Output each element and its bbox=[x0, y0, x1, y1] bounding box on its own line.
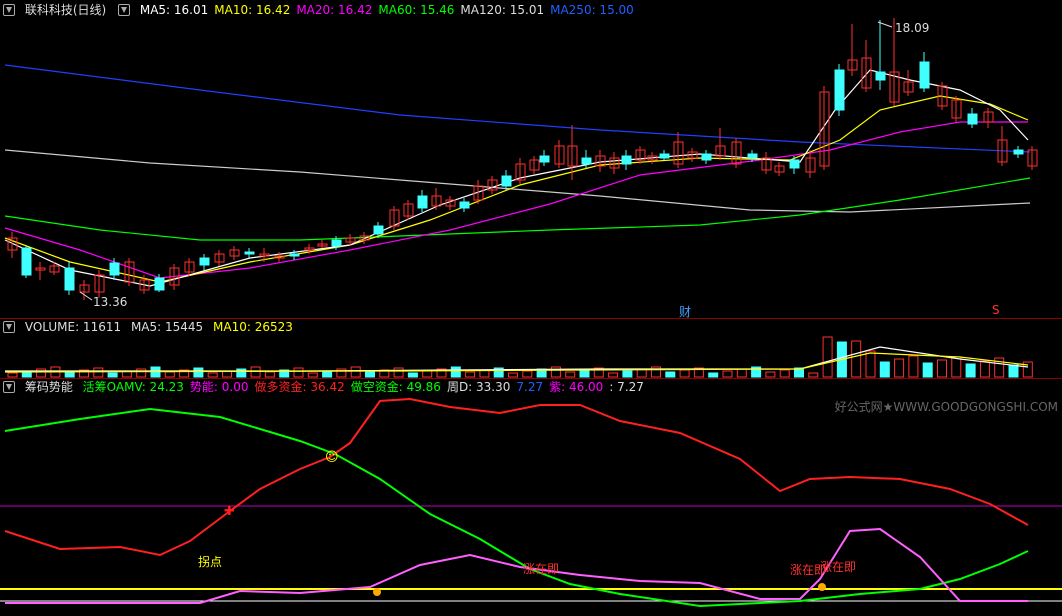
volume-bar bbox=[808, 372, 819, 378]
candle-body bbox=[581, 157, 592, 165]
candle-body bbox=[621, 155, 632, 165]
candle-body bbox=[967, 113, 978, 125]
high-price-label: 18.09 bbox=[895, 21, 930, 35]
label-zhangzaiji: 涨在即 bbox=[820, 560, 857, 574]
volume-bar bbox=[322, 370, 333, 378]
volume-bar bbox=[736, 368, 747, 378]
volume-bar bbox=[465, 371, 476, 378]
volume-bar bbox=[722, 370, 733, 378]
volume-bar bbox=[307, 372, 318, 378]
volume-bar bbox=[193, 367, 204, 378]
label-guaidian: 拐点 bbox=[198, 555, 223, 569]
volume-bar bbox=[908, 355, 919, 378]
volume-bar bbox=[937, 359, 947, 378]
sell-marker[interactable]: S bbox=[992, 303, 1000, 317]
volume-bar bbox=[951, 356, 962, 378]
candle-body bbox=[244, 251, 255, 255]
low-price-label: 13.36 bbox=[93, 295, 128, 309]
signal-dot-icon bbox=[373, 588, 381, 596]
volume-bar bbox=[93, 367, 104, 378]
volume-bar bbox=[393, 367, 404, 378]
volume-bar bbox=[622, 370, 633, 378]
main-chart-panel[interactable]: 联科科技(日线) MA5: 16.01 MA10: 16.42 MA20: 16.4… bbox=[0, 0, 1062, 319]
candle-body bbox=[919, 61, 930, 89]
volume-bar bbox=[565, 371, 576, 378]
ma60-line bbox=[4, 177, 1031, 241]
volume-bar bbox=[422, 370, 433, 378]
volume-bar bbox=[851, 340, 862, 378]
watermark: 好公式网★WWW.GOODGONGSHI.COM bbox=[834, 400, 1058, 414]
candle-body bbox=[21, 247, 32, 276]
candle-body bbox=[1013, 149, 1024, 155]
candle-body bbox=[834, 69, 845, 111]
volume-bar bbox=[779, 369, 790, 378]
volume-bar bbox=[207, 372, 218, 378]
volume-bar bbox=[865, 350, 876, 378]
volume-bar bbox=[679, 369, 690, 378]
candlestick-chart[interactable] bbox=[0, 0, 1062, 318]
volume-bar bbox=[822, 336, 833, 378]
volume-bar bbox=[665, 371, 676, 378]
volume-bar bbox=[107, 372, 118, 378]
candle-body bbox=[199, 257, 210, 266]
volume-bar bbox=[922, 362, 933, 378]
long-fund-line bbox=[4, 397, 1029, 557]
volume-bar bbox=[136, 368, 147, 378]
candle-body bbox=[659, 153, 670, 159]
smile-icon: ☺ bbox=[325, 450, 339, 465]
candle-body bbox=[501, 175, 512, 187]
candle-body bbox=[539, 155, 550, 163]
volume-bar bbox=[765, 371, 776, 378]
candle-body bbox=[109, 262, 120, 276]
volume-panel[interactable]: VOLUME: 11611 MA5: 15445 MA10: 26523 bbox=[0, 319, 1062, 378]
volume-bar bbox=[608, 372, 619, 378]
label-zhangzaiji: 涨在即 bbox=[523, 562, 560, 576]
candle-body bbox=[154, 277, 165, 291]
volume-bar bbox=[979, 360, 990, 378]
signal-dot-icon bbox=[818, 583, 826, 591]
candle-body bbox=[331, 239, 342, 247]
volume-bar bbox=[1008, 364, 1019, 378]
volume-bar bbox=[579, 369, 590, 378]
candle-body bbox=[789, 159, 800, 169]
volume-bar bbox=[965, 363, 976, 378]
volume-bar bbox=[365, 371, 375, 378]
volume-bar bbox=[7, 372, 18, 378]
candle-body bbox=[289, 253, 300, 257]
volume-bar bbox=[522, 370, 533, 378]
candle-body bbox=[373, 225, 384, 235]
volume-bar bbox=[450, 366, 461, 378]
short-fund-line bbox=[4, 407, 1029, 608]
volume-bar bbox=[264, 371, 275, 378]
volume-bar bbox=[350, 366, 361, 378]
volume-bar bbox=[236, 368, 247, 378]
candle-body bbox=[459, 201, 470, 209]
volume-bar bbox=[550, 366, 561, 378]
volume-bar bbox=[293, 367, 304, 378]
ma120-line bbox=[4, 149, 1031, 213]
candle-body bbox=[875, 71, 886, 81]
up-arrow-icon: ✚ bbox=[224, 504, 235, 519]
volume-bar bbox=[879, 361, 890, 378]
volume-bar bbox=[508, 372, 518, 378]
volume-bar bbox=[894, 358, 905, 378]
volume-bar bbox=[407, 372, 418, 378]
volume-bar bbox=[164, 371, 175, 378]
candle-body bbox=[417, 195, 428, 209]
low-pointer bbox=[79, 291, 93, 301]
volume-bars[interactable] bbox=[0, 319, 1062, 378]
volume-bar bbox=[36, 368, 47, 378]
volume-bar bbox=[708, 372, 719, 378]
candle-body bbox=[747, 153, 758, 159]
volume-bar bbox=[64, 371, 75, 378]
volume-bar bbox=[250, 366, 261, 378]
candle-body bbox=[701, 153, 712, 161]
candle-body bbox=[64, 267, 75, 291]
